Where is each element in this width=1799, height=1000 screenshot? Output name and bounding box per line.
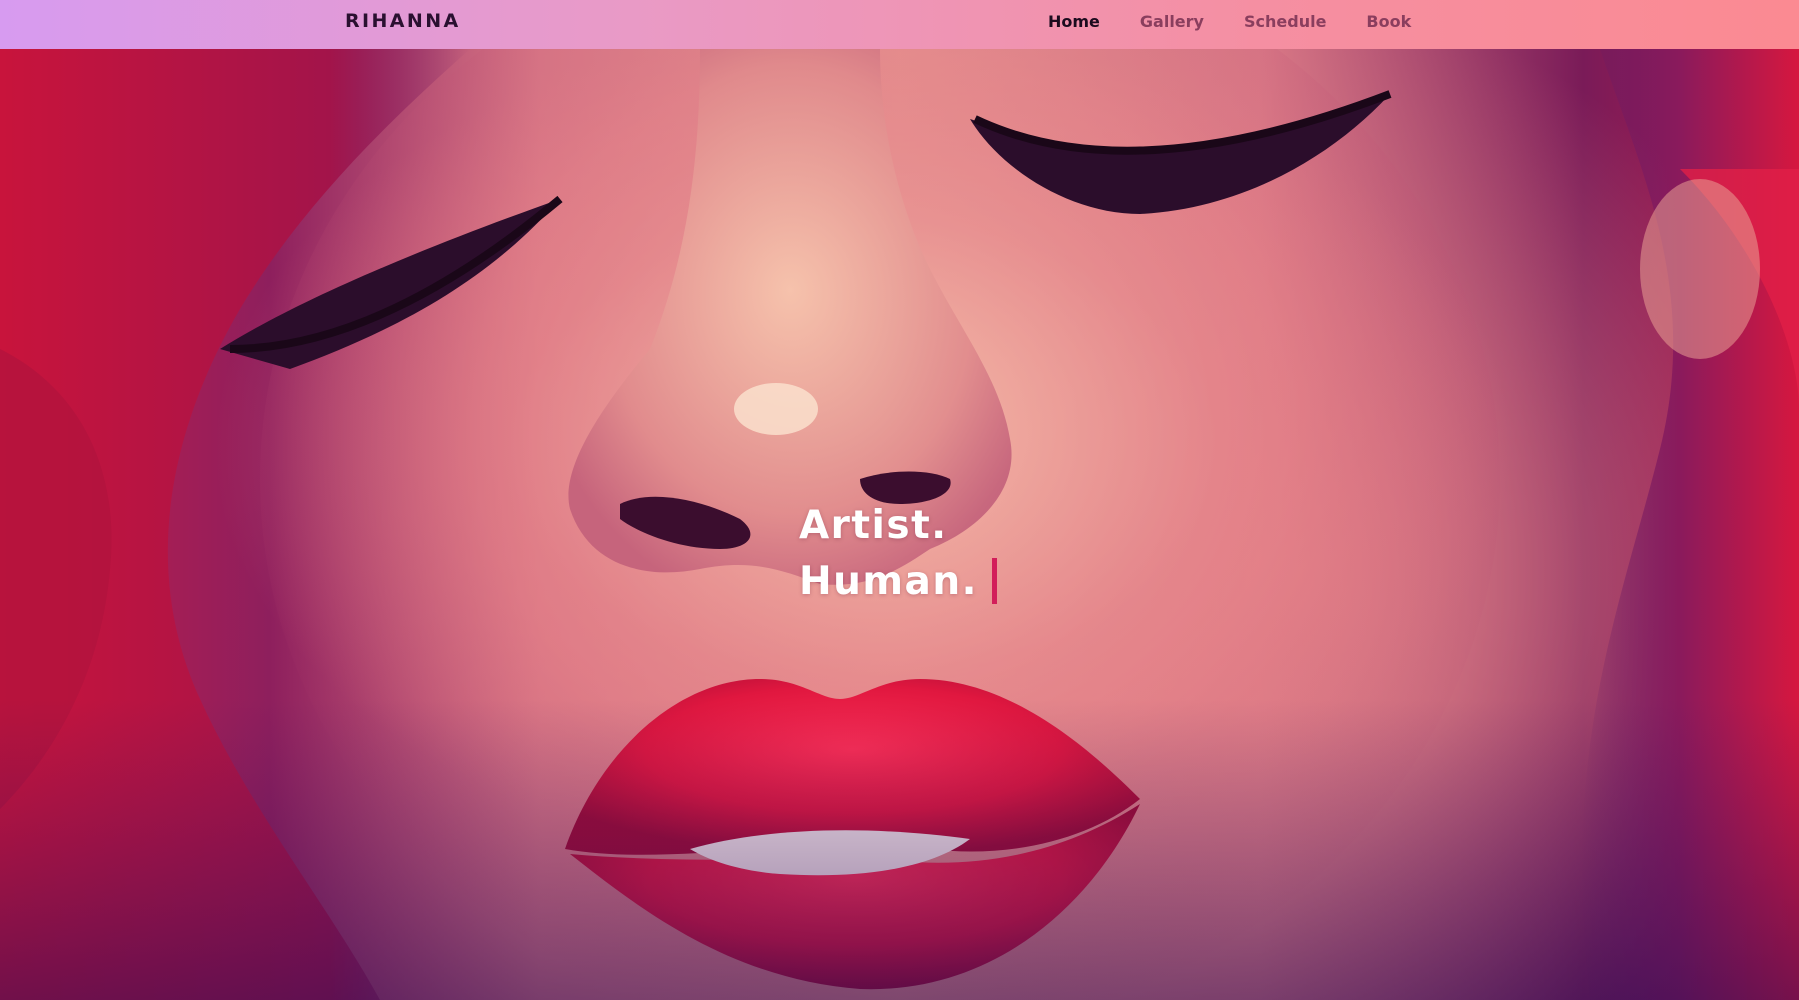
nav-item-gallery: Gallery	[1140, 12, 1204, 31]
hero-tagline: Artist. Human.	[799, 498, 997, 610]
top-navbar: RIHANNA Home Gallery Schedule Book	[0, 0, 1799, 49]
nav-link-gallery[interactable]: Gallery	[1140, 12, 1204, 31]
nav-link-home[interactable]: Home	[1048, 12, 1100, 31]
page: RIHANNA Home Gallery Schedule Book Artis…	[0, 0, 1799, 1000]
brand-logo[interactable]: RIHANNA	[345, 10, 461, 32]
nav-item-book: Book	[1366, 12, 1411, 31]
nav-menu: Home Gallery Schedule Book	[1048, 12, 1411, 31]
nav-link-schedule[interactable]: Schedule	[1244, 12, 1326, 31]
tagline-line-2-text: Human.	[799, 559, 978, 604]
tagline-line-1: Artist.	[799, 503, 948, 548]
typing-cursor	[991, 557, 997, 604]
tagline-line-2: Human.	[799, 554, 997, 610]
nav-link-book[interactable]: Book	[1366, 12, 1411, 31]
nav-item-schedule: Schedule	[1244, 12, 1326, 31]
nav-item-home: Home	[1048, 12, 1100, 31]
